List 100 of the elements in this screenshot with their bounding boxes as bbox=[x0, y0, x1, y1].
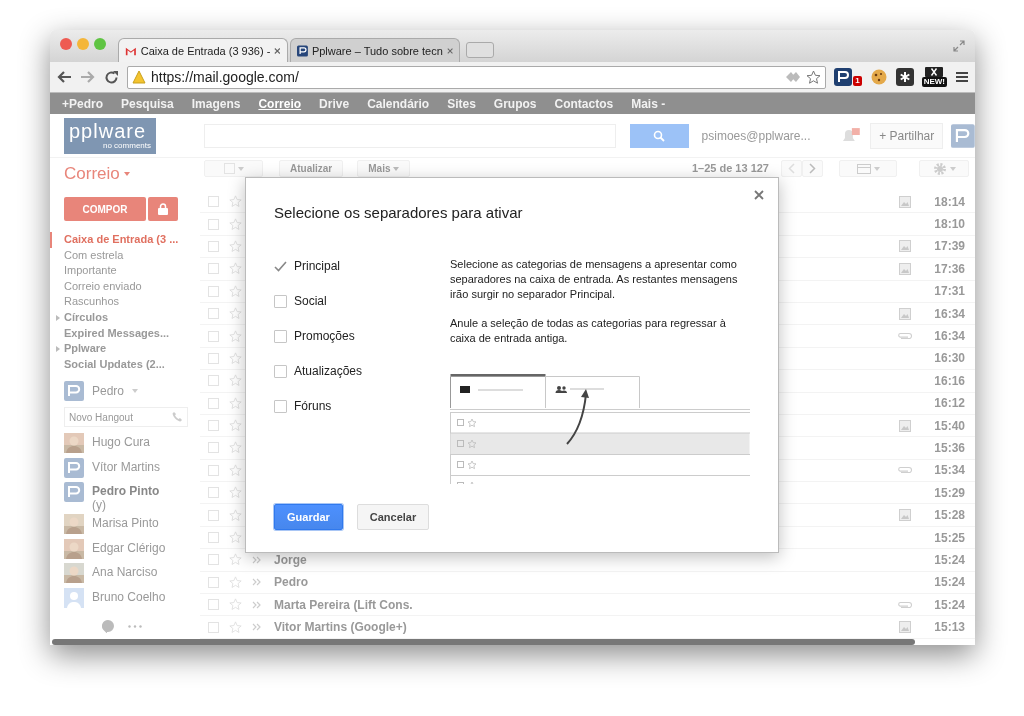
app-title[interactable]: Correio bbox=[64, 164, 120, 184]
browser-tab[interactable]: Pplware – Tudo sobre tecn bbox=[290, 38, 460, 62]
message-sender[interactable]: Marta Pereira (Lift Cons. bbox=[274, 597, 413, 612]
extension-icon[interactable] bbox=[785, 71, 802, 83]
site-logo[interactable]: pplware no comments bbox=[64, 117, 157, 154]
search-button[interactable] bbox=[630, 123, 689, 148]
density-button[interactable] bbox=[839, 160, 897, 177]
back-icon[interactable] bbox=[56, 70, 72, 84]
forward-icon[interactable] bbox=[80, 70, 96, 84]
folder-link[interactable]: Social Updates (2... bbox=[50, 356, 200, 373]
message-sender[interactable]: Pedro bbox=[274, 575, 308, 590]
contact-name[interactable]: Hugo Cura bbox=[92, 435, 151, 450]
next-page-button[interactable] bbox=[802, 160, 823, 177]
row-checkbox[interactable] bbox=[208, 352, 219, 364]
row-checkbox[interactable] bbox=[208, 532, 219, 544]
category-checkbox[interactable] bbox=[274, 294, 287, 308]
folder-link[interactable]: Caixa de Entrada (3 ... bbox=[50, 232, 200, 248]
row-checkbox[interactable] bbox=[208, 554, 219, 566]
row-checkbox[interactable] bbox=[208, 420, 219, 432]
hangout-icon[interactable] bbox=[102, 620, 114, 633]
google-bar-link[interactable]: Drive bbox=[319, 96, 350, 111]
chat-user[interactable]: Pedro bbox=[92, 384, 125, 399]
message-sender[interactable]: Vitor Martins (Google+) bbox=[274, 620, 407, 635]
select-button[interactable] bbox=[204, 160, 263, 177]
row-checkbox[interactable] bbox=[208, 621, 219, 633]
menu-icon[interactable] bbox=[955, 71, 969, 83]
scrollbar[interactable] bbox=[52, 639, 915, 645]
account-name[interactable]: psimoes@pplware... bbox=[701, 128, 811, 143]
close-icon[interactable] bbox=[274, 46, 281, 55]
folder-link[interactable]: Importante bbox=[50, 263, 200, 279]
row-checkbox[interactable] bbox=[208, 599, 219, 611]
more-icon[interactable] bbox=[128, 625, 142, 628]
importance-icon[interactable] bbox=[252, 555, 262, 564]
google-bar-link[interactable]: Sites bbox=[447, 96, 476, 111]
google-bar-link[interactable]: +Pedro bbox=[62, 96, 103, 111]
google-bar-link[interactable]: Calendário bbox=[367, 96, 430, 111]
folder-link[interactable]: Pplware bbox=[50, 341, 200, 357]
hangout-field[interactable]: Novo Hangout bbox=[64, 407, 188, 428]
category-checkbox[interactable] bbox=[274, 329, 287, 343]
cancel-button[interactable]: Cancelar bbox=[356, 504, 430, 530]
contact-name[interactable]: Edgar Clérigo bbox=[92, 540, 166, 555]
importance-icon[interactable] bbox=[252, 623, 262, 632]
google-bar-link[interactable]: Contactos bbox=[554, 96, 614, 111]
category-label[interactable]: Principal bbox=[294, 259, 341, 273]
minimize-window-button[interactable] bbox=[77, 38, 89, 50]
row-checkbox[interactable] bbox=[208, 240, 219, 252]
google-bar-link[interactable]: Imagens bbox=[191, 96, 241, 111]
google-bar-link[interactable]: Mais - bbox=[631, 96, 666, 111]
folder-link[interactable]: Círculos bbox=[50, 309, 200, 326]
category-label[interactable]: Fóruns bbox=[294, 399, 332, 413]
contact-name[interactable]: Ana Narciso bbox=[92, 565, 158, 580]
close-icon[interactable] bbox=[446, 46, 453, 55]
contact-name[interactable]: Vítor Martins bbox=[92, 459, 160, 474]
settings-button[interactable] bbox=[919, 160, 969, 177]
cookie-icon[interactable] bbox=[869, 68, 888, 86]
google-bar-link[interactable]: Grupos bbox=[493, 96, 537, 111]
row-checkbox[interactable] bbox=[208, 330, 219, 342]
folder-link[interactable]: Expired Messages... bbox=[50, 325, 200, 342]
row-checkbox[interactable] bbox=[208, 375, 219, 387]
contact-name[interactable]: Bruno Coelho bbox=[92, 589, 166, 604]
category-checkbox[interactable] bbox=[274, 399, 287, 413]
share-button[interactable]: + Partilhar bbox=[870, 122, 944, 149]
row-checkbox[interactable] bbox=[208, 487, 219, 499]
row-checkbox[interactable] bbox=[208, 576, 219, 588]
row-checkbox[interactable] bbox=[208, 218, 219, 230]
caret-icon[interactable] bbox=[132, 389, 139, 394]
category-checkbox[interactable] bbox=[274, 364, 287, 378]
row-checkbox[interactable] bbox=[208, 308, 219, 320]
row-checkbox[interactable] bbox=[208, 196, 219, 208]
caret-icon[interactable] bbox=[123, 172, 130, 176]
star-icon[interactable] bbox=[229, 419, 242, 433]
new-tab-button[interactable] bbox=[466, 42, 494, 58]
refresh-button[interactable]: Atualizar bbox=[279, 160, 344, 177]
importance-icon[interactable] bbox=[252, 578, 262, 587]
zoom-window-button[interactable] bbox=[94, 38, 106, 50]
address-bar[interactable]: https://mail.google.com/ bbox=[127, 65, 827, 89]
google-bar-link[interactable]: Pesquisa bbox=[121, 96, 174, 111]
star-icon[interactable] bbox=[806, 69, 822, 85]
x-logo-icon[interactable] bbox=[925, 67, 944, 77]
row-checkbox[interactable] bbox=[208, 464, 219, 476]
category-label[interactable]: Social bbox=[294, 294, 327, 308]
importance-icon[interactable] bbox=[252, 600, 262, 609]
previous-page-button[interactable] bbox=[781, 160, 802, 177]
bell-icon[interactable] bbox=[840, 127, 861, 144]
row-checkbox[interactable] bbox=[208, 442, 219, 454]
asterisk-icon[interactable] bbox=[895, 68, 914, 86]
p-logo-icon[interactable] bbox=[834, 68, 853, 86]
row-checkbox[interactable] bbox=[208, 509, 219, 521]
category-label[interactable]: Atualizações bbox=[294, 364, 363, 378]
fullscreen-icon[interactable] bbox=[953, 40, 965, 52]
folder-link[interactable]: Correio enviado bbox=[50, 278, 200, 295]
lock-button[interactable] bbox=[148, 197, 178, 221]
contact-name[interactable]: Pedro Pinto bbox=[92, 484, 160, 499]
reload-icon[interactable] bbox=[104, 69, 119, 85]
star-icon[interactable] bbox=[229, 307, 242, 321]
checkmark-icon[interactable] bbox=[274, 260, 287, 272]
more-button[interactable]: Mais bbox=[357, 160, 411, 177]
expand-icon[interactable] bbox=[56, 314, 60, 321]
browser-tab[interactable]: Caixa de Entrada (3 936) - bbox=[118, 38, 288, 62]
row-checkbox[interactable] bbox=[208, 263, 219, 275]
